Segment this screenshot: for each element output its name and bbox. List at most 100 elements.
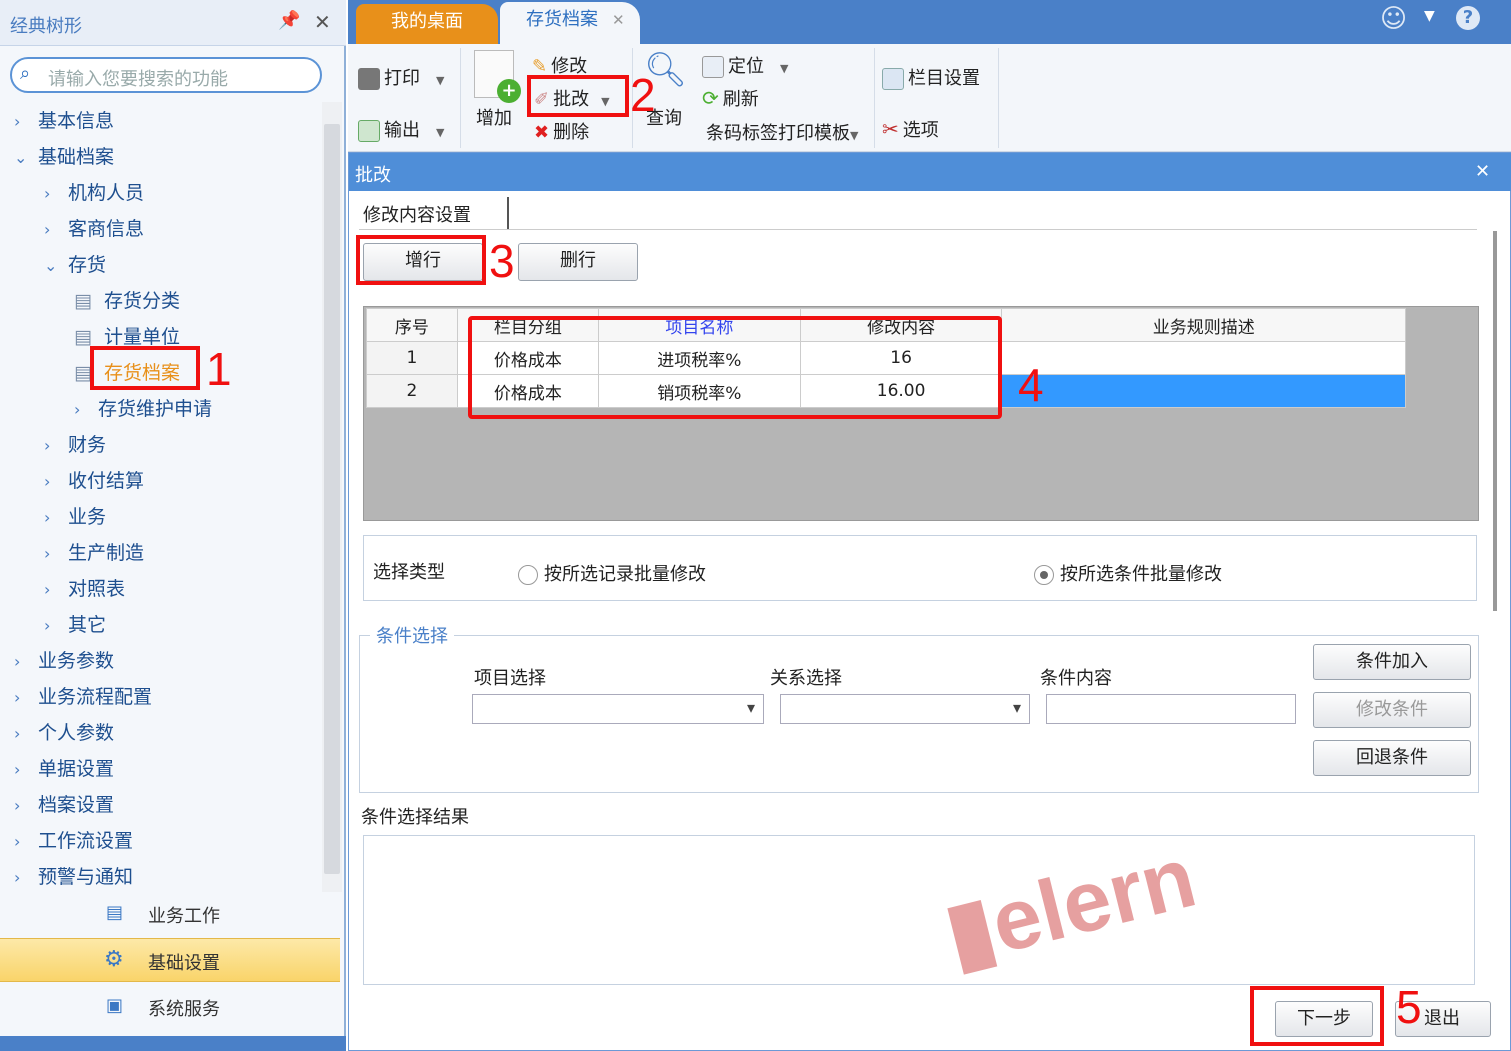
- locate-button[interactable]: 定位 ▼: [702, 52, 788, 78]
- tree-item-label: 对照表: [68, 578, 126, 600]
- table-cell[interactable]: [1001, 374, 1406, 408]
- barcode-template-button[interactable]: 条码标签打印模板▼: [706, 119, 858, 145]
- modify-condition-button[interactable]: 修改条件: [1313, 692, 1471, 728]
- smiley-icon[interactable]: ☺: [1380, 4, 1407, 34]
- label: 打印: [384, 68, 420, 89]
- refresh-button[interactable]: ⟳ 刷新: [702, 85, 759, 111]
- tree-item[interactable]: › 工作流设置: [14, 826, 133, 853]
- dropdown-icon[interactable]: ▼: [1424, 8, 1435, 24]
- refresh-icon: ⟳: [702, 86, 719, 110]
- sidebar-footer: [0, 1036, 346, 1051]
- tree-item[interactable]: › 收付结算: [44, 466, 144, 493]
- delete-button[interactable]: ✖ 删除: [534, 118, 589, 144]
- annotation-box-4: [468, 316, 1002, 419]
- revert-condition-button[interactable]: 回退条件: [1313, 740, 1471, 776]
- label: 栏目设置: [908, 68, 980, 89]
- delete-row-button[interactable]: 删行: [518, 243, 638, 281]
- label: 条件加入: [1356, 651, 1428, 672]
- tree-item[interactable]: ▤ 计量单位: [74, 322, 180, 349]
- tree-item-label: 生产制造: [68, 542, 145, 564]
- export-icon: [358, 120, 380, 142]
- tree-item-label: 个人参数: [38, 722, 115, 744]
- add-button[interactable]: + 增加: [474, 50, 521, 130]
- dialog-title: 批改: [355, 165, 391, 186]
- tree-item-label: 存货维护申请: [98, 398, 213, 420]
- add-document-icon: +: [474, 50, 521, 103]
- table-cell[interactable]: [1001, 341, 1406, 375]
- tree-item[interactable]: › 预警与通知: [14, 862, 133, 889]
- help-icon[interactable]: ?: [1456, 6, 1480, 30]
- column-header[interactable]: 序号: [366, 308, 458, 342]
- close-tab-icon[interactable]: ✕: [612, 11, 625, 29]
- sidebar-header: 经典树形 📌 ✕: [0, 0, 346, 46]
- tree-item[interactable]: › 业务流程配置: [14, 682, 152, 709]
- select-type-panel: 选择类型 按所选记录批量修改 按所选条件批量修改: [363, 535, 1477, 601]
- chevron-icon: ⌄: [14, 148, 28, 167]
- label: 条码标签打印模板: [706, 123, 850, 144]
- scrollbar-thumb[interactable]: [324, 124, 340, 874]
- nav-label: 系统服务: [148, 999, 220, 1020]
- tree-item[interactable]: ⌄ 基础档案: [14, 142, 114, 169]
- tree-item[interactable]: › 生产制造: [44, 538, 144, 565]
- options-button[interactable]: ✂ 选项: [882, 116, 939, 142]
- label: 定位: [728, 56, 764, 77]
- search-input[interactable]: ⌕ 请输入您要搜索的功能: [10, 57, 322, 93]
- label: 删行: [560, 250, 596, 271]
- nav-basic-settings[interactable]: ⚙ 基础设置: [0, 938, 340, 982]
- relation-select-dropdown[interactable]: [780, 694, 1030, 724]
- tab-modify-content[interactable]: 修改内容设置: [353, 197, 509, 229]
- tree-item[interactable]: › 其它: [44, 610, 106, 637]
- column-header[interactable]: 业务规则描述: [1001, 308, 1406, 342]
- radio-by-records[interactable]: 按所选记录批量修改: [518, 560, 706, 586]
- table-cell[interactable]: 1: [366, 341, 458, 375]
- chevron-icon: ›: [14, 796, 21, 815]
- search-placeholder: 请输入您要搜索的功能: [48, 69, 228, 90]
- pencil-icon: ✎: [532, 56, 548, 77]
- close-icon[interactable]: ✕: [1475, 161, 1490, 182]
- tab-label: 我的桌面: [391, 11, 463, 32]
- add-condition-button[interactable]: 条件加入: [1313, 644, 1471, 680]
- pin-icon[interactable]: 📌: [278, 10, 300, 31]
- tree-item-label: 业务参数: [38, 650, 115, 672]
- label: 增加: [476, 108, 512, 129]
- tree-item[interactable]: ▤ 存货分类: [74, 286, 180, 313]
- nav-system-service[interactable]: ▣ 系统服务: [0, 985, 340, 1029]
- column-settings-button[interactable]: 栏目设置: [882, 64, 980, 90]
- annotation-box-5: [1250, 986, 1384, 1046]
- tree-item[interactable]: › 档案设置: [14, 790, 114, 817]
- tab-inventory-archive[interactable]: 存货档案 ✕: [500, 2, 640, 44]
- tree-item[interactable]: ⌄ 存货: [44, 250, 106, 277]
- tree-item[interactable]: › 对照表: [44, 574, 125, 601]
- tree-item-label: 收付结算: [68, 470, 145, 492]
- tab-my-desktop[interactable]: 我的桌面: [356, 4, 498, 44]
- ribbon-toolbar: 打印 ▼ 输出 ▼ + 增加 ✎ 修改 ✐ 批改 ▼ ✖ 删除 🔍︎ 查询 定位 ▼ ⟳ 刷新 条码…: [348, 44, 1511, 152]
- condition-content-input[interactable]: [1046, 694, 1296, 724]
- nav-business-work[interactable]: ▤ 业务工作: [0, 892, 340, 936]
- chevron-icon: ›: [44, 436, 51, 455]
- radio-by-conditions[interactable]: 按所选条件批量修改: [1034, 560, 1222, 586]
- tree-item[interactable]: › 个人参数: [14, 718, 114, 745]
- service-icon: ▣: [106, 995, 124, 1016]
- table-cell[interactable]: 2: [366, 374, 458, 408]
- scrollbar[interactable]: [322, 102, 342, 892]
- chevron-icon: ›: [14, 688, 21, 707]
- label: 回退条件: [1356, 747, 1428, 768]
- scrollbar[interactable]: [1485, 231, 1505, 611]
- tree-item[interactable]: › 存货维护申请: [74, 394, 212, 421]
- tree-item[interactable]: › 机构人员: [44, 178, 144, 205]
- sidebar: 经典树形 📌 ✕ ⌕ 请输入您要搜索的功能 › 基本信息 ⌄ 基础档案 › 机构人员 › 客商…: [0, 0, 346, 1051]
- chevron-icon: ›: [74, 400, 81, 419]
- tree-item[interactable]: › 单据设置: [14, 754, 114, 781]
- item-select-dropdown[interactable]: [472, 694, 764, 724]
- export-button[interactable]: 输出 ▼: [358, 116, 444, 142]
- tree-item[interactable]: › 业务参数: [14, 646, 114, 673]
- tree-item[interactable]: › 业务: [44, 502, 106, 529]
- tree-item-label: 存货: [68, 254, 107, 276]
- tree-item[interactable]: › 财务: [44, 430, 106, 457]
- document-icon: ▤: [106, 902, 124, 923]
- tree-item[interactable]: › 基本信息: [14, 106, 114, 133]
- tree-item[interactable]: › 客商信息: [44, 214, 144, 241]
- chevron-icon: ›: [44, 184, 51, 203]
- close-icon[interactable]: ✕: [314, 10, 331, 34]
- print-button[interactable]: 打印 ▼: [358, 64, 444, 90]
